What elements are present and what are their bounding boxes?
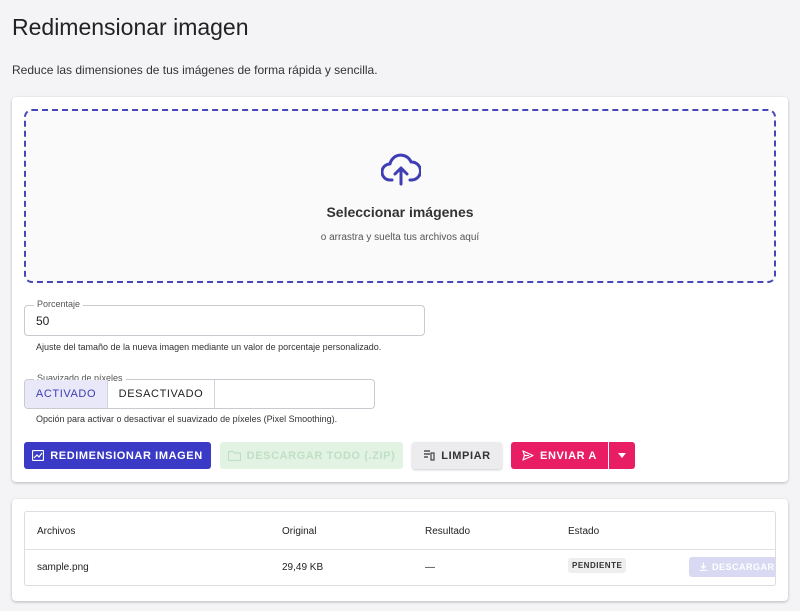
files-table: Archivos Original Resultado Estado sampl… [24, 511, 776, 586]
status-badge: PENDIENTE [568, 558, 627, 573]
column-header-original: Original [282, 526, 317, 537]
download-all-zip-button[interactable]: DESCARGAR TODO (.ZIP) [220, 442, 403, 469]
dropzone-subtitle: o arrastra y suelta tus archivos aquí [320, 232, 480, 243]
percentage-field[interactable]: Porcentaje 50 [24, 299, 425, 336]
clear-label: LIMPIAR [441, 449, 491, 462]
download-icon [699, 562, 708, 573]
files-card: Archivos Original Resultado Estado sampl… [12, 499, 788, 601]
page-subtitle: Reduce las dimensiones de tus imágenes d… [12, 63, 378, 77]
page-title: Redimensionar imagen [12, 14, 249, 40]
dropzone-title: Seleccionar imágenes [326, 204, 474, 220]
folder-zip-icon [227, 450, 241, 461]
resize-image-label: REDIMENSIONAR IMAGEN [50, 449, 203, 462]
clear-button[interactable]: LIMPIAR [412, 442, 502, 469]
column-header-result: Resultado [425, 526, 471, 537]
percentage-hint: Ajuste del tamaño de la nueva imagen med… [36, 342, 382, 352]
file-original-size: 29,49 KB [282, 562, 324, 573]
send-icon [522, 450, 534, 461]
pixel-smoothing-toggle: Suavizado de píxeles ACTIVADO DESACTIVAD… [24, 373, 375, 409]
resize-options-card: Seleccionar imágenes o arrastra y suelta… [12, 97, 788, 482]
percentage-label: Porcentaje [34, 299, 84, 309]
file-name: sample.png [37, 562, 89, 573]
send-to-dropdown-button[interactable] [609, 442, 635, 469]
cloud-upload-icon [380, 153, 422, 187]
column-header-files: Archivos [37, 526, 76, 537]
resize-image-button[interactable]: REDIMENSIONAR IMAGEN [24, 442, 211, 469]
percentage-input[interactable]: 50 [36, 314, 49, 328]
clear-list-icon [423, 450, 435, 461]
image-resize-icon [32, 450, 45, 461]
download-all-label: DESCARGAR TODO (.ZIP) [246, 449, 396, 462]
send-to-button[interactable]: ENVIAR A [511, 442, 608, 469]
toggle-deactivated[interactable]: DESACTIVADO [108, 380, 215, 408]
row-download-button[interactable]: DESCARGAR [689, 557, 775, 577]
table-divider [25, 549, 775, 550]
send-to-label: ENVIAR A [540, 449, 597, 462]
column-header-status: Estado [568, 526, 600, 537]
file-result-size: — [425, 562, 435, 573]
pixel-smoothing-hint: Opción para activar o desactivar el suav… [36, 414, 338, 424]
toggle-activated[interactable]: ACTIVADO [25, 380, 108, 408]
file-dropzone[interactable]: Seleccionar imágenes o arrastra y suelta… [24, 109, 776, 283]
caret-down-icon [618, 453, 626, 458]
row-download-label: DESCARGAR [712, 562, 775, 572]
